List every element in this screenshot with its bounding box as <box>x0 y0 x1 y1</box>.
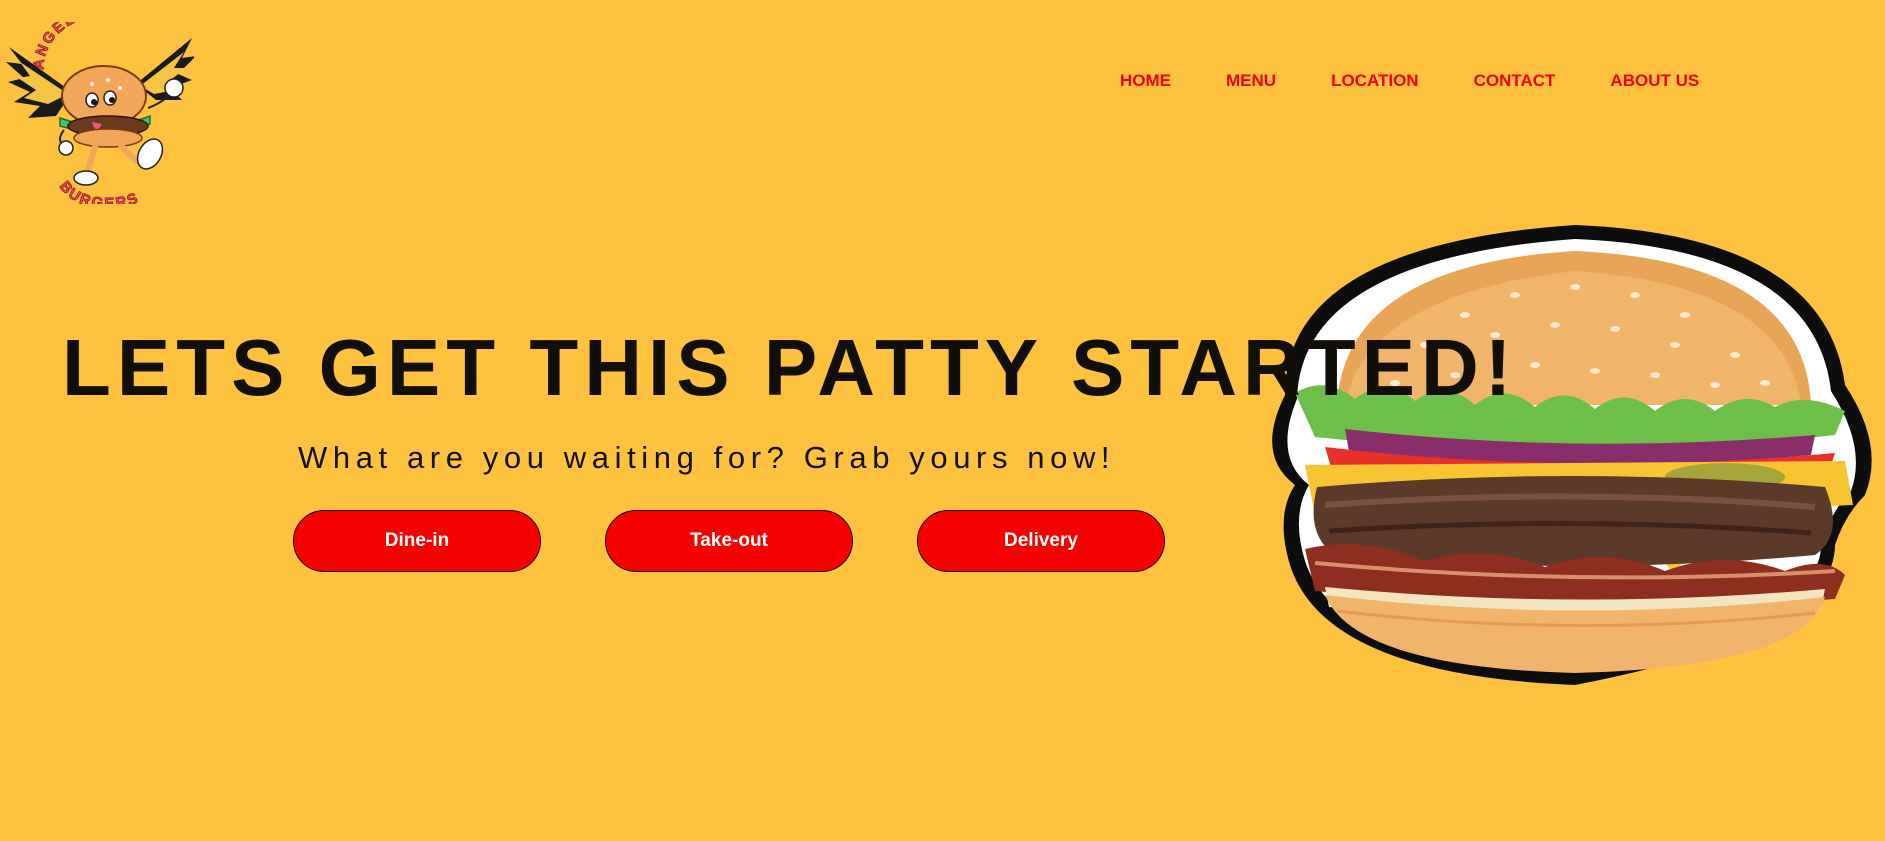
nav-menu[interactable]: MENU <box>1226 71 1276 91</box>
nav-contact[interactable]: CONTACT <box>1474 71 1556 91</box>
landing-page: ANGEL BABY BURGERS HOME MENU LOCATION CO… <box>0 0 1885 841</box>
nav-about-us[interactable]: ABOUT US <box>1610 71 1699 91</box>
dine-in-button[interactable]: Dine-in <box>293 510 541 572</box>
logo-mascot-icon: ANGEL BABY BURGERS <box>6 22 194 204</box>
hero-headline: LETS GET THIS PATTY STARTED! <box>62 323 1518 412</box>
main-nav: HOME MENU LOCATION CONTACT ABOUT US <box>1120 71 1754 91</box>
hero-subheadline: What are you waiting for? Grab yours now… <box>298 440 1116 475</box>
burger-icon <box>1272 225 1872 685</box>
nav-location[interactable]: LOCATION <box>1331 71 1419 91</box>
svg-text:ANGEL BABY: ANGEL BABY <box>30 22 136 70</box>
take-out-button[interactable]: Take-out <box>605 510 853 572</box>
svg-text:BURGERS: BURGERS <box>56 178 142 204</box>
delivery-button[interactable]: Delivery <box>917 510 1165 572</box>
brand-logo[interactable]: ANGEL BABY BURGERS <box>4 22 194 204</box>
nav-home[interactable]: HOME <box>1120 71 1171 91</box>
burger-photo <box>1245 215 1885 695</box>
